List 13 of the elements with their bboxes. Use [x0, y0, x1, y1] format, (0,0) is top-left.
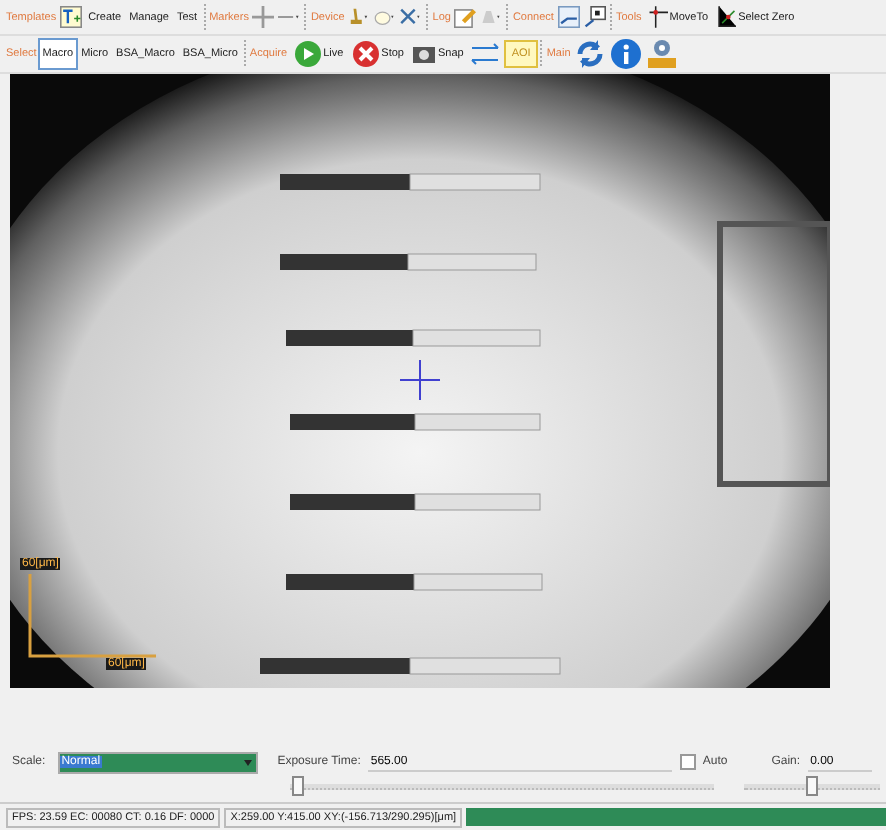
info-icon[interactable]	[608, 37, 645, 70]
auto-checkbox[interactable]	[680, 754, 697, 771]
crosshair-icon[interactable]	[250, 1, 277, 34]
exposure-slider-thumb[interactable]	[292, 775, 305, 796]
swap-icon[interactable]	[467, 37, 504, 70]
crosshair-icon	[647, 6, 668, 29]
gain-slider-thumb[interactable]	[806, 775, 818, 796]
camera-icon	[411, 41, 436, 66]
play-icon	[293, 39, 322, 68]
caret-icon	[243, 759, 252, 766]
scale-bar	[28, 573, 156, 658]
stop-icon	[351, 39, 380, 68]
template-icon[interactable]	[58, 1, 85, 34]
